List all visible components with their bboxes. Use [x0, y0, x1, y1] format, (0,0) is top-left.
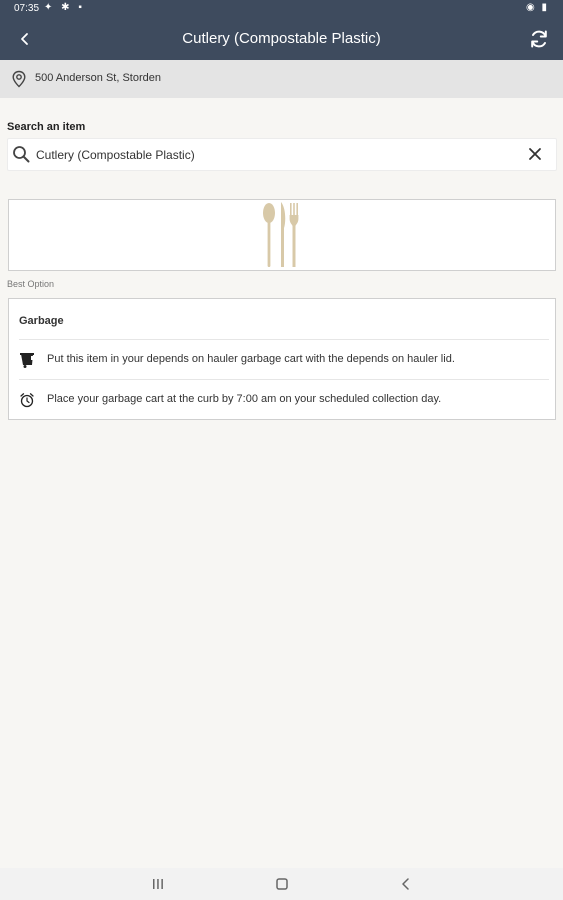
system-nav-bar — [0, 868, 563, 900]
status-notification-icons: ✦ ✱ ▪ — [44, 2, 85, 13]
disposal-card: Garbage Put this item in your depends on… — [8, 298, 556, 420]
close-icon[interactable] — [528, 147, 542, 161]
refresh-icon[interactable] — [527, 27, 551, 51]
search-box[interactable] — [7, 138, 557, 171]
page-title: Cutlery (Compostable Plastic) — [182, 30, 381, 47]
status-time: 07:35 — [14, 3, 40, 14]
cutlery-icon — [263, 202, 299, 267]
instruction-text: Place your garbage cart at the curb by 7… — [47, 393, 442, 405]
home-icon[interactable] — [274, 876, 290, 892]
instruction-row: Put this item in your depends on hauler … — [19, 339, 549, 379]
disposal-category: Garbage — [19, 315, 64, 327]
best-option-label: Best Option — [7, 279, 55, 289]
search-icon — [13, 146, 30, 163]
search-input[interactable] — [34, 143, 518, 167]
status-system-icons: ◉ ▮ — [525, 2, 549, 13]
location-pin-icon — [12, 70, 26, 88]
instruction-text: Put this item in your depends on hauler … — [47, 353, 455, 365]
recent-apps-icon[interactable] — [150, 876, 166, 892]
back-nav-icon[interactable] — [398, 876, 414, 892]
status-bar: 07:35 ✦ ✱ ▪ ◉ ▮ — [0, 0, 563, 18]
search-label: Search an item — [7, 121, 86, 133]
alarm-clock-icon — [20, 393, 34, 408]
garbage-cart-icon — [20, 353, 34, 368]
item-image — [8, 199, 556, 271]
main-content: Search an item Best Option Garbage — [0, 98, 563, 868]
address-text: 500 Anderson St, Storden — [35, 72, 161, 84]
app-bar: Cutlery (Compostable Plastic) — [0, 18, 563, 60]
address-bar[interactable]: 500 Anderson St, Storden — [0, 60, 563, 98]
instruction-row: Place your garbage cart at the curb by 7… — [19, 379, 549, 419]
